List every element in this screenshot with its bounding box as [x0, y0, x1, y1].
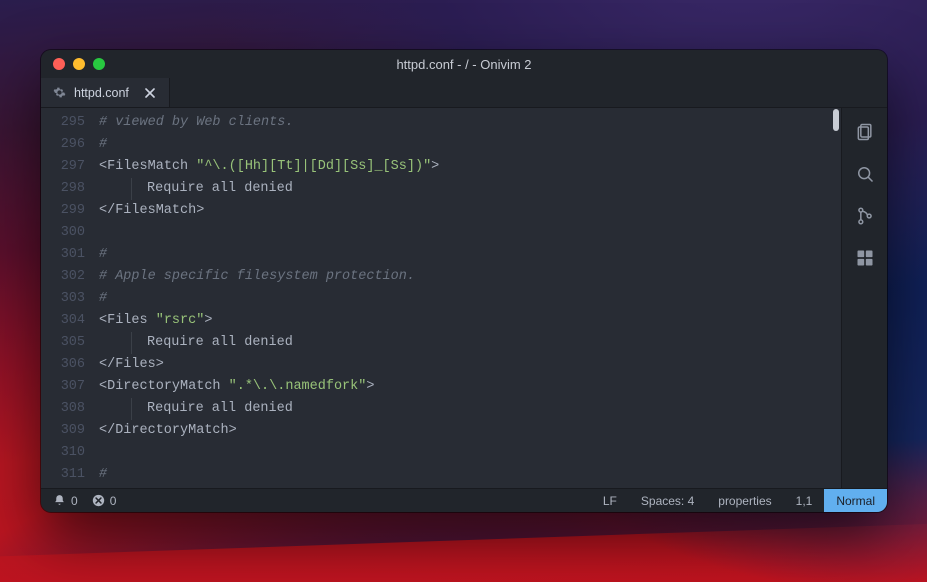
tab-bar: httpd.conf: [41, 78, 887, 108]
code-line: # Apple specific filesystem protection.: [99, 266, 841, 288]
code-line: Require all denied: [99, 178, 841, 200]
code-line: #: [99, 288, 841, 310]
status-bar: 0 0 LF Spaces: 4 properties 1,1 Normal: [41, 488, 887, 512]
window-zoom-button[interactable]: [93, 58, 105, 70]
line-number: 302: [41, 266, 85, 288]
status-eol[interactable]: LF: [591, 489, 629, 513]
line-number: 301: [41, 244, 85, 266]
status-errors[interactable]: 0: [92, 494, 117, 508]
files-icon[interactable]: [855, 122, 875, 142]
editor-window: httpd.conf - / - Onivim 2 httpd.conf 295…: [41, 50, 887, 512]
window-minimize-button[interactable]: [73, 58, 85, 70]
line-number: 303: [41, 288, 85, 310]
extensions-icon[interactable]: [855, 248, 875, 268]
line-number: 296: [41, 134, 85, 156]
code-line: #: [99, 464, 841, 486]
code-line: [99, 442, 841, 464]
code-line: </DirectoryMatch>: [99, 420, 841, 442]
status-filetype[interactable]: properties: [706, 489, 783, 513]
line-number: 300: [41, 222, 85, 244]
line-number: 307: [41, 376, 85, 398]
code-line: #: [99, 134, 841, 156]
code-content: # viewed by Web clients.#<FilesMatch "^\…: [99, 112, 841, 488]
code-line: # viewed by Web clients.: [99, 112, 841, 134]
line-number: 304: [41, 310, 85, 332]
line-number: 298: [41, 178, 85, 200]
line-number: 308: [41, 398, 85, 420]
tab-close-button[interactable]: [141, 84, 159, 102]
code-line: Require all denied: [99, 398, 841, 420]
line-number-gutter: 2952962972982993003013023033043053063073…: [41, 112, 99, 488]
code-line: <DirectoryMatch ".*\.\.namedfork">: [99, 376, 841, 398]
line-number: 299: [41, 200, 85, 222]
activity-bar: [841, 108, 887, 488]
line-number: 309: [41, 420, 85, 442]
vertical-scrollbar[interactable]: [831, 108, 841, 488]
window-close-button[interactable]: [53, 58, 65, 70]
titlebar[interactable]: httpd.conf - / - Onivim 2: [41, 50, 887, 78]
error-icon: [92, 494, 105, 507]
line-number: 305: [41, 332, 85, 354]
code-line: <Files "rsrc">: [99, 310, 841, 332]
code-line: </FilesMatch>: [99, 200, 841, 222]
code-line: </Files>: [99, 354, 841, 376]
status-mode[interactable]: Normal: [824, 489, 887, 513]
gear-icon: [53, 86, 66, 99]
scrollbar-thumb[interactable]: [833, 109, 839, 131]
status-indent[interactable]: Spaces: 4: [629, 489, 706, 513]
code-editor[interactable]: 2952962972982993003013023033043053063073…: [41, 108, 841, 488]
search-icon[interactable]: [855, 164, 875, 184]
tab-httpd-conf[interactable]: httpd.conf: [41, 78, 170, 107]
bell-icon: [53, 494, 66, 507]
close-icon: [145, 88, 155, 98]
line-number: 297: [41, 156, 85, 178]
status-notifications[interactable]: 0: [53, 494, 78, 508]
code-line: <FilesMatch "^\.([Hh][Tt]|[Dd][Ss]_[Ss])…: [99, 156, 841, 178]
code-line: #: [99, 244, 841, 266]
source-control-icon[interactable]: [855, 206, 875, 226]
code-line: [99, 222, 841, 244]
tab-label: httpd.conf: [74, 86, 129, 100]
window-title: httpd.conf - / - Onivim 2: [41, 57, 887, 72]
code-line: Require all denied: [99, 332, 841, 354]
status-position[interactable]: 1,1: [784, 489, 825, 513]
line-number: 311: [41, 464, 85, 486]
line-number: 295: [41, 112, 85, 134]
line-number: 310: [41, 442, 85, 464]
line-number: 306: [41, 354, 85, 376]
